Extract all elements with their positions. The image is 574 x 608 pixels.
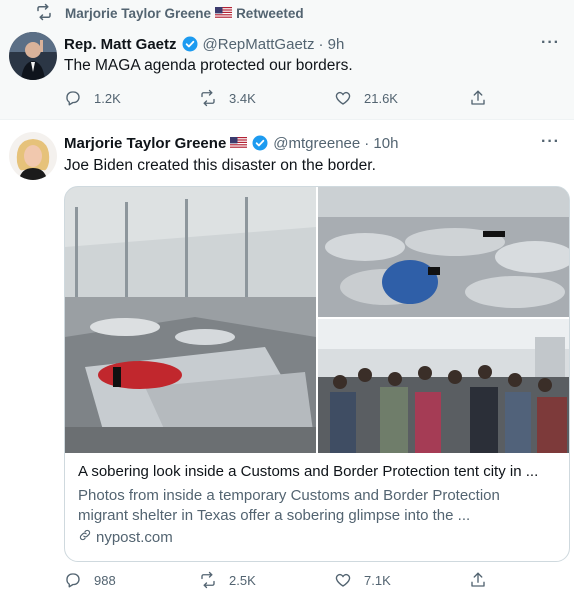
tweet[interactable]: Marjorie Taylor Greene @mtgreenee · 10h … bbox=[0, 120, 574, 608]
retweet-count: 3.4K bbox=[229, 90, 256, 106]
more-options-button[interactable]: ··· bbox=[541, 34, 560, 52]
share-icon bbox=[469, 89, 487, 107]
retweet-button[interactable]: 3.4K bbox=[199, 89, 334, 107]
reply-count: 1.2K bbox=[94, 90, 121, 106]
retweet-icon bbox=[35, 3, 53, 24]
link-icon bbox=[78, 528, 92, 546]
tweet-header: Marjorie Taylor Greene @mtgreenee · 10h bbox=[64, 134, 398, 152]
photo-sleeping-area bbox=[318, 187, 569, 317]
verified-badge-icon bbox=[251, 134, 269, 152]
card-description-line: Photos from inside a temporary Customs a… bbox=[78, 487, 500, 504]
retweet-count: 2.5K bbox=[229, 572, 256, 588]
retweeter-name[interactable]: Marjorie Taylor Greene bbox=[65, 6, 211, 21]
tweet-text: The MAGA agenda protected our borders. bbox=[64, 57, 353, 74]
share-button[interactable] bbox=[469, 89, 499, 107]
photo-crowd bbox=[318, 319, 569, 453]
tweet-actions: 988 2.5K 7.1K bbox=[64, 571, 504, 589]
like-count: 21.6K bbox=[364, 90, 398, 106]
reply-button[interactable]: 1.2K bbox=[64, 89, 199, 107]
card-description: Photos from inside a temporary Customs a… bbox=[78, 486, 558, 526]
handle[interactable]: @mtgreenee bbox=[273, 135, 360, 152]
retweet-icon bbox=[199, 571, 217, 589]
like-count: 7.1K bbox=[364, 572, 391, 588]
like-button[interactable]: 21.6K bbox=[334, 89, 469, 107]
retweet-button[interactable]: 2.5K bbox=[199, 571, 334, 589]
retweeted-tweet[interactable]: Marjorie Taylor Greene Retweeted Rep. Ma… bbox=[0, 0, 574, 120]
tweet-actions: 1.2K 3.4K 21.6K bbox=[64, 89, 504, 107]
card-text[interactable]: A sobering look inside a Customs and Bor… bbox=[78, 463, 558, 546]
reply-icon bbox=[64, 571, 82, 589]
retweet-context: Marjorie Taylor Greene Retweeted bbox=[35, 3, 304, 24]
share-button[interactable] bbox=[469, 571, 499, 589]
retweeted-label: Retweeted bbox=[236, 5, 304, 21]
reply-icon bbox=[64, 89, 82, 107]
avatar[interactable] bbox=[9, 132, 57, 180]
card-description-line: migrant shelter in Texas offer a soberin… bbox=[78, 507, 471, 524]
card-domain[interactable]: nypost.com bbox=[78, 528, 558, 546]
display-name[interactable]: Marjorie Taylor Greene bbox=[64, 135, 226, 152]
card-title[interactable]: A sobering look inside a Customs and Bor… bbox=[78, 463, 558, 480]
more-options-button[interactable]: ··· bbox=[541, 133, 560, 151]
heart-icon bbox=[334, 89, 352, 107]
card-domain-text: nypost.com bbox=[96, 528, 173, 546]
handle[interactable]: @RepMattGaetz bbox=[203, 36, 315, 53]
tweet-header: Rep. Matt Gaetz @RepMattGaetz · 9h bbox=[64, 35, 344, 53]
like-button[interactable]: 7.1K bbox=[334, 571, 469, 589]
tweet-text: Joe Biden created this disaster on the b… bbox=[64, 157, 376, 174]
timestamp[interactable]: · 10h bbox=[364, 135, 398, 152]
retweet-icon bbox=[199, 89, 217, 107]
card-image-collage[interactable] bbox=[65, 187, 569, 453]
reply-button[interactable]: 988 bbox=[64, 571, 199, 589]
us-flag-icon bbox=[230, 137, 248, 149]
display-name[interactable]: Rep. Matt Gaetz bbox=[64, 36, 177, 53]
us-flag-icon bbox=[215, 7, 233, 19]
heart-icon bbox=[334, 571, 352, 589]
verified-badge-icon bbox=[181, 35, 199, 53]
avatar[interactable] bbox=[9, 32, 57, 80]
share-icon bbox=[469, 571, 487, 589]
link-card[interactable]: A sobering look inside a Customs and Bor… bbox=[64, 186, 570, 562]
timestamp[interactable]: · 9h bbox=[318, 36, 344, 53]
reply-count: 988 bbox=[94, 572, 116, 588]
photo-tent-interior bbox=[65, 187, 316, 453]
